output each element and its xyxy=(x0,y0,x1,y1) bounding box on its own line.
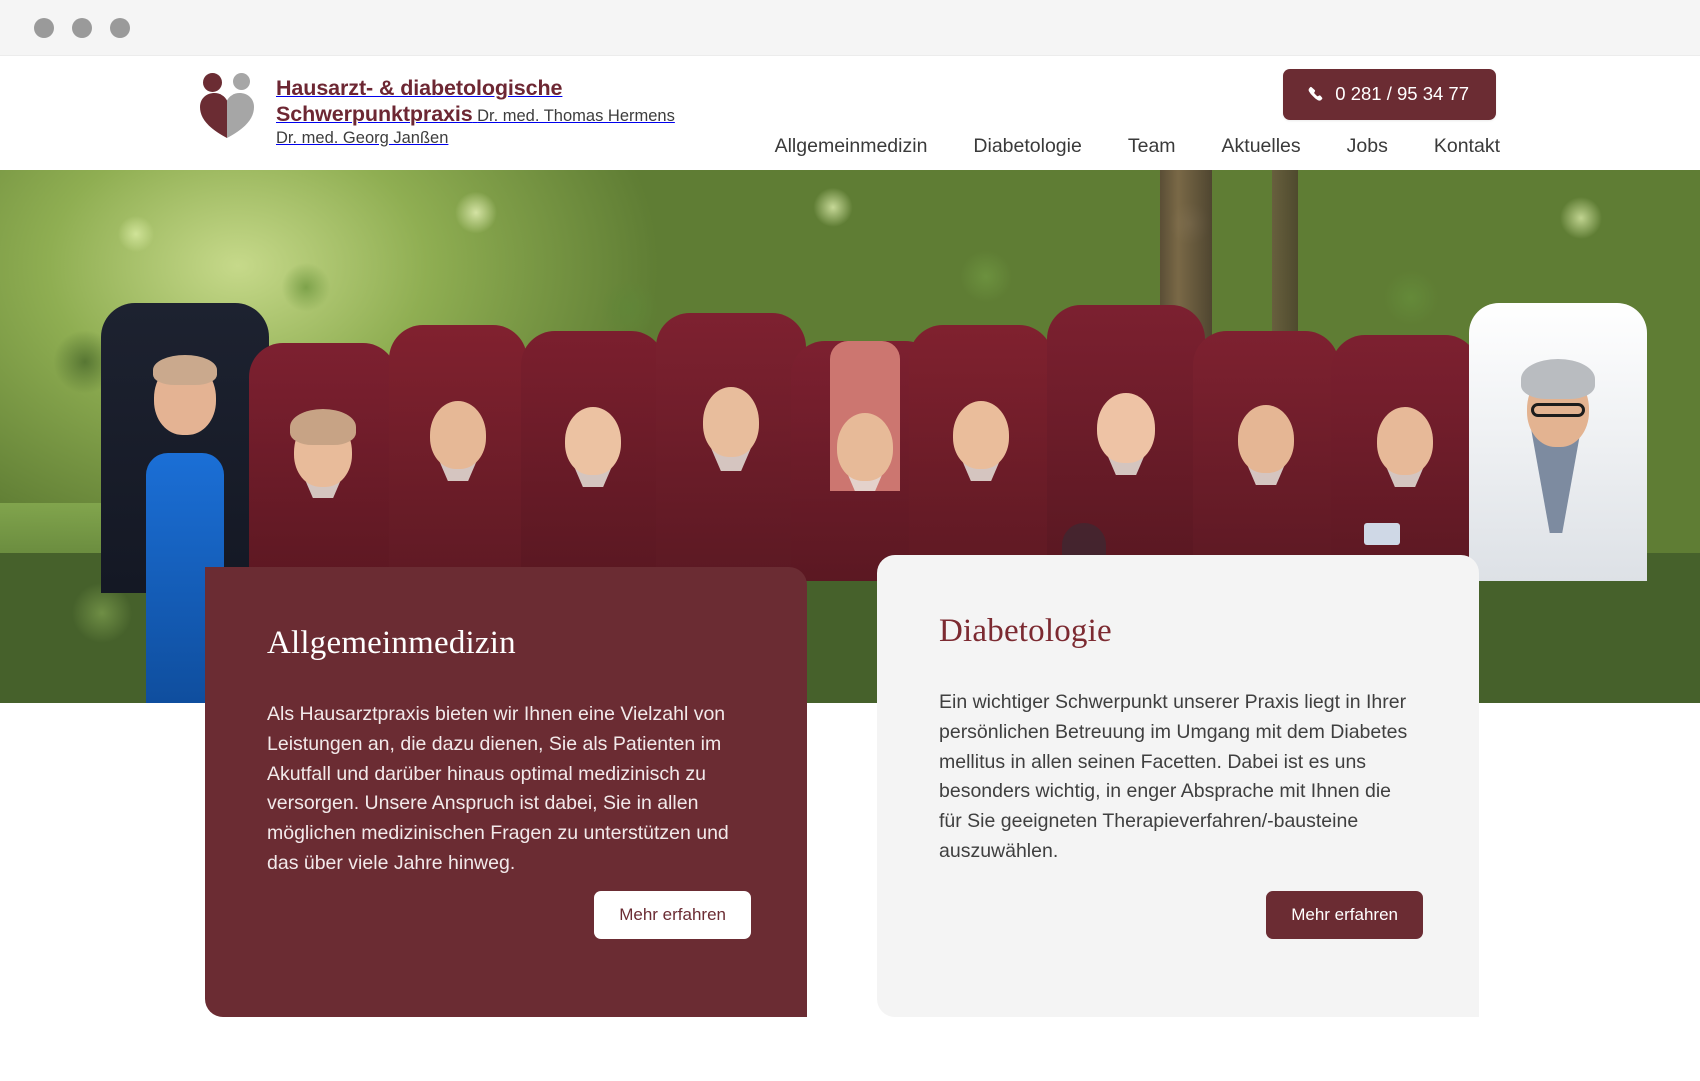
nav-item-kontakt[interactable]: Kontakt xyxy=(1434,135,1500,158)
phone-icon xyxy=(1308,86,1324,102)
card-heading-diabetologie: Diabetologie xyxy=(939,613,1112,649)
nav-item-aktuelles[interactable]: Aktuelles xyxy=(1222,135,1301,158)
brand-text-block: Hausarzt- & diabetologische Schwerpunktp… xyxy=(276,72,675,150)
site-header: Hausarzt- & diabetologische Schwerpunktp… xyxy=(0,56,1700,170)
nav-item-jobs[interactable]: Jobs xyxy=(1347,135,1388,158)
two-figures-heart-logo-icon xyxy=(196,72,258,140)
more-info-button-diabetologie[interactable]: Mehr erfahren xyxy=(1266,891,1423,939)
card-body-allgemeinmedizin: Als Hausarztpraxis bieten wir Ihnen eine… xyxy=(267,703,729,875)
nav-item-team[interactable]: Team xyxy=(1128,135,1176,158)
card-heading-allgemeinmedizin: Allgemeinmedizin xyxy=(267,625,516,661)
phone-call-button[interactable]: 0 281 / 95 34 77 xyxy=(1283,69,1496,120)
team-member-11-doctor xyxy=(1468,303,1648,703)
more-info-button-allgemeinmedizin[interactable]: Mehr erfahren xyxy=(594,891,751,939)
window-close-dot[interactable] xyxy=(34,17,54,38)
window-minimize-dot[interactable] xyxy=(72,17,92,38)
card-body-diabetologie: Ein wichtiger Schwerpunkt unserer Praxis… xyxy=(939,691,1408,863)
nav-item-diabetologie[interactable]: Diabetologie xyxy=(973,135,1081,158)
main-navigation: Allgemeinmedizin Diabetologie Team Aktue… xyxy=(775,135,1500,158)
nav-item-allgemeinmedizin[interactable]: Allgemeinmedizin xyxy=(775,135,928,158)
service-card-allgemeinmedizin: Allgemeinmedizin Als Hausarztpraxis biet… xyxy=(205,567,807,1017)
window-maximize-dot[interactable] xyxy=(110,17,130,38)
browser-chrome-bar xyxy=(0,0,1700,56)
service-card-diabetologie: Diabetologie Ein wichtiger Schwerpunkt u… xyxy=(877,555,1479,1017)
brand-logo-link[interactable]: Hausarzt- & diabetologische Schwerpunktp… xyxy=(196,72,675,150)
phone-number-label: 0 281 / 95 34 77 xyxy=(1335,83,1469,104)
